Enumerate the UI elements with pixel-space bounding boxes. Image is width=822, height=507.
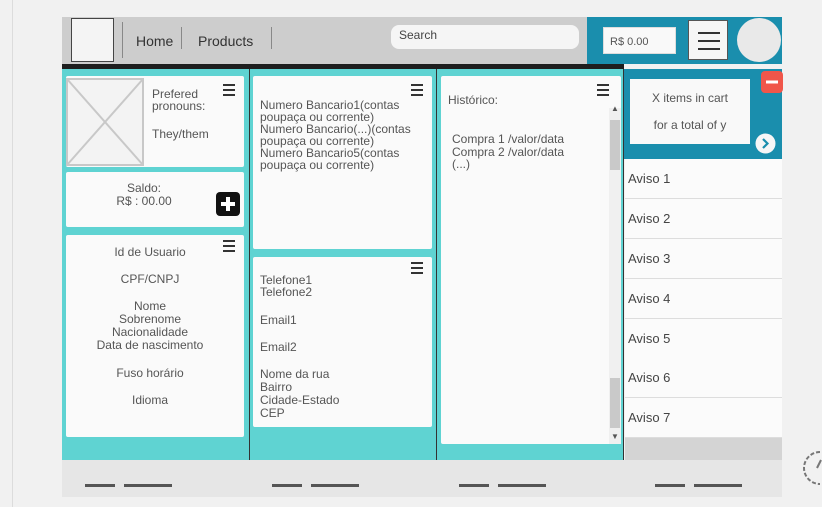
- notice-item[interactable]: Aviso 4: [625, 279, 782, 319]
- nav-divider: [122, 22, 123, 58]
- avatar[interactable]: [737, 18, 781, 62]
- menu-button[interactable]: [688, 20, 728, 60]
- wallet-amount: R$ 0.00: [603, 27, 676, 54]
- cart-total: for a total of y: [653, 118, 727, 132]
- profile-image-placeholder: [66, 78, 144, 166]
- nav-divider: [181, 27, 182, 49]
- notice-item[interactable]: Aviso 6: [625, 358, 782, 398]
- scrollbar-thumb[interactable]: [610, 378, 620, 428]
- contact-menu-icon[interactable]: [411, 262, 423, 274]
- birthdate-field: Data de nascimento: [96, 338, 204, 352]
- bank-account-line: poupaça ou corrente): [260, 158, 375, 172]
- nav-divider: [271, 27, 272, 49]
- street-field: Nome da rua: [260, 367, 330, 381]
- nav-products-link[interactable]: Products: [198, 33, 253, 49]
- zip-field: CEP: [260, 406, 285, 420]
- district-field: Bairro: [260, 380, 293, 394]
- user-id-field: Id de Usuario: [114, 245, 186, 259]
- footer-dash: [459, 484, 489, 487]
- pronouns-label: Prefered pronouns:: [152, 87, 206, 113]
- language-field: Idioma: [131, 393, 169, 407]
- footer-dash: [311, 484, 359, 487]
- scroll-down-icon[interactable]: ▼: [611, 432, 619, 441]
- balance-label: Saldo:: [126, 181, 162, 195]
- balance-value: R$ : 00.00: [116, 194, 172, 208]
- history-item: Compra 1 /valor/data: [452, 132, 565, 146]
- phone2-field: Telefone2: [260, 285, 313, 299]
- nationality-field: Nacionalidade: [111, 325, 189, 339]
- history-restore-icon[interactable]: [800, 448, 822, 488]
- notice-item[interactable]: Aviso 3: [625, 239, 782, 279]
- history-menu-icon[interactable]: [597, 84, 609, 96]
- cpf-field: CPF/CNPJ: [120, 272, 180, 286]
- name-field: Nome: [133, 299, 166, 313]
- cart-next-icon[interactable]: [755, 133, 776, 154]
- add-balance-button[interactable]: [216, 192, 240, 216]
- search-input[interactable]: Search: [391, 25, 579, 49]
- pronouns-value: They/them: [152, 127, 209, 141]
- footer-dash: [124, 484, 172, 487]
- bank-menu-icon[interactable]: [411, 84, 423, 96]
- cart-summary-box: [630, 79, 750, 144]
- history-title: Histórico:: [448, 93, 499, 107]
- nav-home-link[interactable]: Home: [136, 33, 173, 49]
- notice-item[interactable]: Aviso 5: [625, 319, 782, 359]
- footer-dash: [694, 484, 742, 487]
- logo-placeholder[interactable]: [71, 18, 114, 62]
- profile-menu-icon[interactable]: [223, 84, 235, 96]
- scroll-up-icon[interactable]: ▲: [611, 104, 619, 113]
- scrollbar-thumb[interactable]: [610, 120, 620, 170]
- remove-icon[interactable]: [761, 71, 783, 93]
- footer-dash: [655, 484, 685, 487]
- timezone-field: Fuso horário: [116, 366, 184, 380]
- history-item: (...): [452, 157, 470, 171]
- notice-item[interactable]: Aviso 7: [625, 398, 782, 438]
- footer-bar: [62, 460, 782, 497]
- notice-list-end: [625, 438, 782, 460]
- footer-dash: [272, 484, 302, 487]
- surname-field: Sobrenome: [118, 312, 182, 326]
- email2-field: Email2: [260, 340, 297, 354]
- cart-count: X items in cart: [651, 91, 729, 105]
- footer-dash: [498, 484, 546, 487]
- footer-dash: [85, 484, 115, 487]
- city-field: Cidade-Estado: [260, 393, 340, 407]
- notice-item[interactable]: Aviso 2: [625, 199, 782, 239]
- notice-item[interactable]: Aviso 1: [625, 159, 782, 199]
- email1-field: Email1: [260, 313, 297, 327]
